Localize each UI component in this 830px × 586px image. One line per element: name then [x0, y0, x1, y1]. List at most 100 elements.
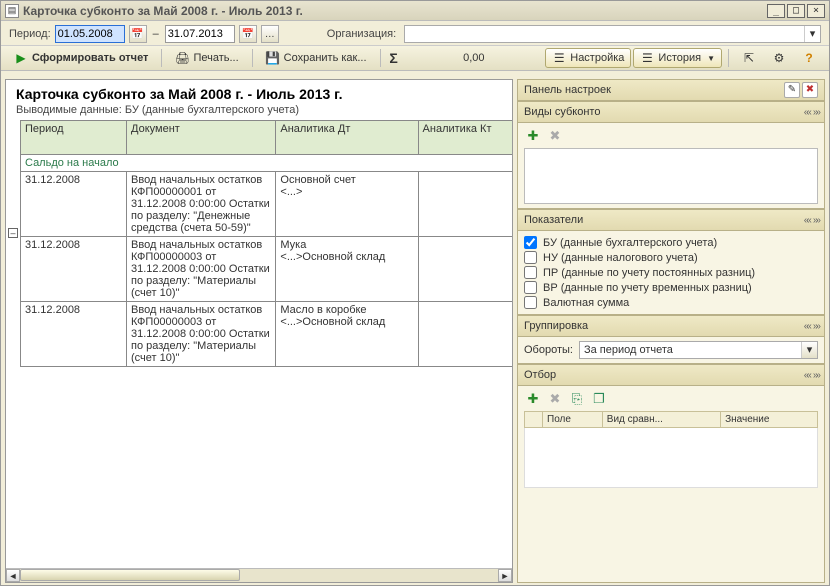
scroll-track[interactable]	[20, 569, 498, 582]
outline-toggle[interactable]: –	[8, 228, 18, 238]
filter-empty-row[interactable]	[525, 428, 818, 488]
indicator-row[interactable]: ПР (данные по учету постоянных разниц)	[524, 265, 818, 280]
types-title: Виды субконто	[524, 106, 800, 118]
indicator-checkbox[interactable]	[524, 281, 537, 294]
printer-icon: 🖨	[175, 51, 189, 65]
chevrons-right-icon[interactable]: »»	[813, 321, 818, 332]
table-row[interactable]: 31.12.2008 Ввод начальных остатков КФП00…	[21, 237, 513, 302]
chevrons-left-icon[interactable]: ««	[804, 321, 809, 332]
indicator-checkbox[interactable]	[524, 266, 537, 279]
chevrons-left-icon[interactable]: ««	[804, 215, 809, 226]
types-delete-button[interactable]: ✖	[546, 127, 564, 145]
period-label: Период:	[9, 28, 51, 40]
tool-button-2[interactable]: ⚙	[765, 48, 793, 68]
period-select-button[interactable]: …	[261, 25, 279, 43]
settings-icon: ☰	[552, 51, 566, 65]
chevrons-left-icon[interactable]: ««	[804, 107, 809, 118]
org-dropdown-icon[interactable]: ▾	[804, 26, 820, 42]
chevrons-right-icon[interactable]: »»	[813, 215, 818, 226]
col-analytics-dt: Аналитика Дт	[276, 121, 418, 155]
org-input[interactable]: ▾	[404, 25, 821, 43]
cell-dt: Масло в коробке <...>Основной склад	[276, 302, 418, 367]
filter-add-button[interactable]: ✚	[524, 390, 542, 408]
app-icon: ▤	[5, 4, 19, 18]
cell-period: 31.12.2008	[21, 237, 127, 302]
indicators-body: БУ (данные бухгалтерского учета) НУ (дан…	[517, 231, 825, 315]
report-title: Карточка субконто за Май 2008 г. - Июль …	[16, 86, 502, 102]
panel-close-button[interactable]: ✖	[802, 82, 818, 98]
grouping-combo[interactable]: За период отчета ▾	[579, 341, 818, 359]
filter-header[interactable]: Отбор «« »»	[517, 364, 825, 386]
indicator-row[interactable]: ВР (данные по учету временных разниц)	[524, 280, 818, 295]
indicator-label: ВР (данные по учету временных разниц)	[543, 282, 752, 294]
report-table: Период Документ Аналитика Дт Аналитика К…	[20, 120, 512, 367]
cell-dt: Мука <...>Основной склад	[276, 237, 418, 302]
types-add-button[interactable]: ✚	[524, 127, 542, 145]
filter-stack-button[interactable]: ❐	[590, 390, 608, 408]
filter-col-compare: Вид сравн...	[602, 412, 720, 428]
save-icon: 💾	[266, 51, 280, 65]
run-report-button[interactable]: ▶ Сформировать отчет	[7, 48, 155, 68]
cell-period: 31.12.2008	[21, 172, 127, 237]
indicator-checkbox[interactable]	[524, 251, 537, 264]
indicator-label: НУ (данные налогового учета)	[543, 252, 698, 264]
panel-edit-button[interactable]: ✎	[784, 82, 800, 98]
indicator-label: Валютная сумма	[543, 297, 629, 309]
maximize-button[interactable]: □	[787, 4, 805, 18]
cell-doc: Ввод начальных остатков КФП00000003 от 3…	[127, 237, 276, 302]
col-analytics-kt: Аналитика Кт	[418, 121, 512, 155]
title-bar: ▤ Карточка субконто за Май 2008 г. - Июл…	[1, 1, 829, 21]
indicator-checkbox[interactable]	[524, 296, 537, 309]
indicators-header[interactable]: Показатели «« »»	[517, 209, 825, 231]
save-as-button[interactable]: 💾 Сохранить как...	[259, 48, 374, 68]
settings-button[interactable]: ☰ Настройка	[545, 48, 631, 68]
indicator-checkbox[interactable]	[524, 236, 537, 249]
col-period: Период	[21, 121, 127, 155]
horizontal-scrollbar[interactable]: ◄ ►	[6, 568, 512, 582]
scroll-left-icon[interactable]: ◄	[6, 569, 20, 582]
chevrons-right-icon[interactable]: »»	[813, 107, 818, 118]
indicator-row[interactable]: НУ (данные налогового учета)	[524, 250, 818, 265]
save-label: Сохранить как...	[284, 52, 367, 64]
cell-kt	[418, 237, 512, 302]
types-list[interactable]	[524, 148, 818, 204]
print-button[interactable]: 🖨 Печать...	[168, 48, 245, 68]
period-from-calendar-icon[interactable]: 📅	[129, 25, 147, 43]
run-report-label: Сформировать отчет	[32, 52, 148, 64]
table-header-row: Период Документ Аналитика Дт Аналитика К…	[21, 121, 513, 155]
scroll-thumb[interactable]	[20, 569, 240, 581]
grouping-header[interactable]: Группировка «« »»	[517, 315, 825, 337]
filter-col-value: Значение	[721, 412, 818, 428]
settings-label: Настройка	[570, 52, 624, 64]
chevrons-left-icon[interactable]: ««	[804, 370, 809, 381]
indicator-row[interactable]: Валютная сумма	[524, 295, 818, 310]
history-button[interactable]: ☰ История ▼	[633, 48, 722, 68]
cell-period: 31.12.2008	[21, 302, 127, 367]
period-to-calendar-icon[interactable]: 📅	[239, 25, 257, 43]
minimize-button[interactable]: _	[767, 4, 785, 18]
scroll-right-icon[interactable]: ►	[498, 569, 512, 582]
period-to-input[interactable]	[165, 25, 235, 43]
col-document: Документ	[127, 121, 276, 155]
report-subtitle: Выводимые данные: БУ (данные бухгалтерск…	[16, 104, 502, 116]
indicators-title: Показатели	[524, 214, 800, 226]
table-row[interactable]: 31.12.2008 Ввод начальных остатков КФП00…	[21, 172, 513, 237]
filter-delete-button[interactable]: ✖	[546, 390, 564, 408]
indicator-row[interactable]: БУ (данные бухгалтерского учета)	[524, 235, 818, 250]
close-button[interactable]: ×	[807, 4, 825, 18]
tool-button-1[interactable]: ⇱	[735, 48, 763, 68]
outline-gutter: –	[8, 120, 20, 568]
help-button[interactable]: ?	[795, 48, 823, 68]
print-label: Печать...	[193, 52, 238, 64]
types-header[interactable]: Виды субконто «« »»	[517, 101, 825, 123]
period-from-input[interactable]	[55, 25, 125, 43]
table-row[interactable]: 31.12.2008 Ввод начальных остатков КФП00…	[21, 302, 513, 367]
sum-value: 0,00	[403, 52, 493, 64]
filter-copy-button[interactable]: ⎘	[568, 390, 586, 408]
opening-balance-row: Сальдо на начало	[21, 155, 513, 172]
grouping-body: Обороты: За период отчета ▾	[517, 337, 825, 364]
chevron-down-icon[interactable]: ▾	[801, 342, 817, 358]
sigma-icon: Σ	[387, 51, 401, 65]
collapse-icon: ⇱	[742, 51, 756, 65]
chevrons-right-icon[interactable]: »»	[813, 370, 818, 381]
